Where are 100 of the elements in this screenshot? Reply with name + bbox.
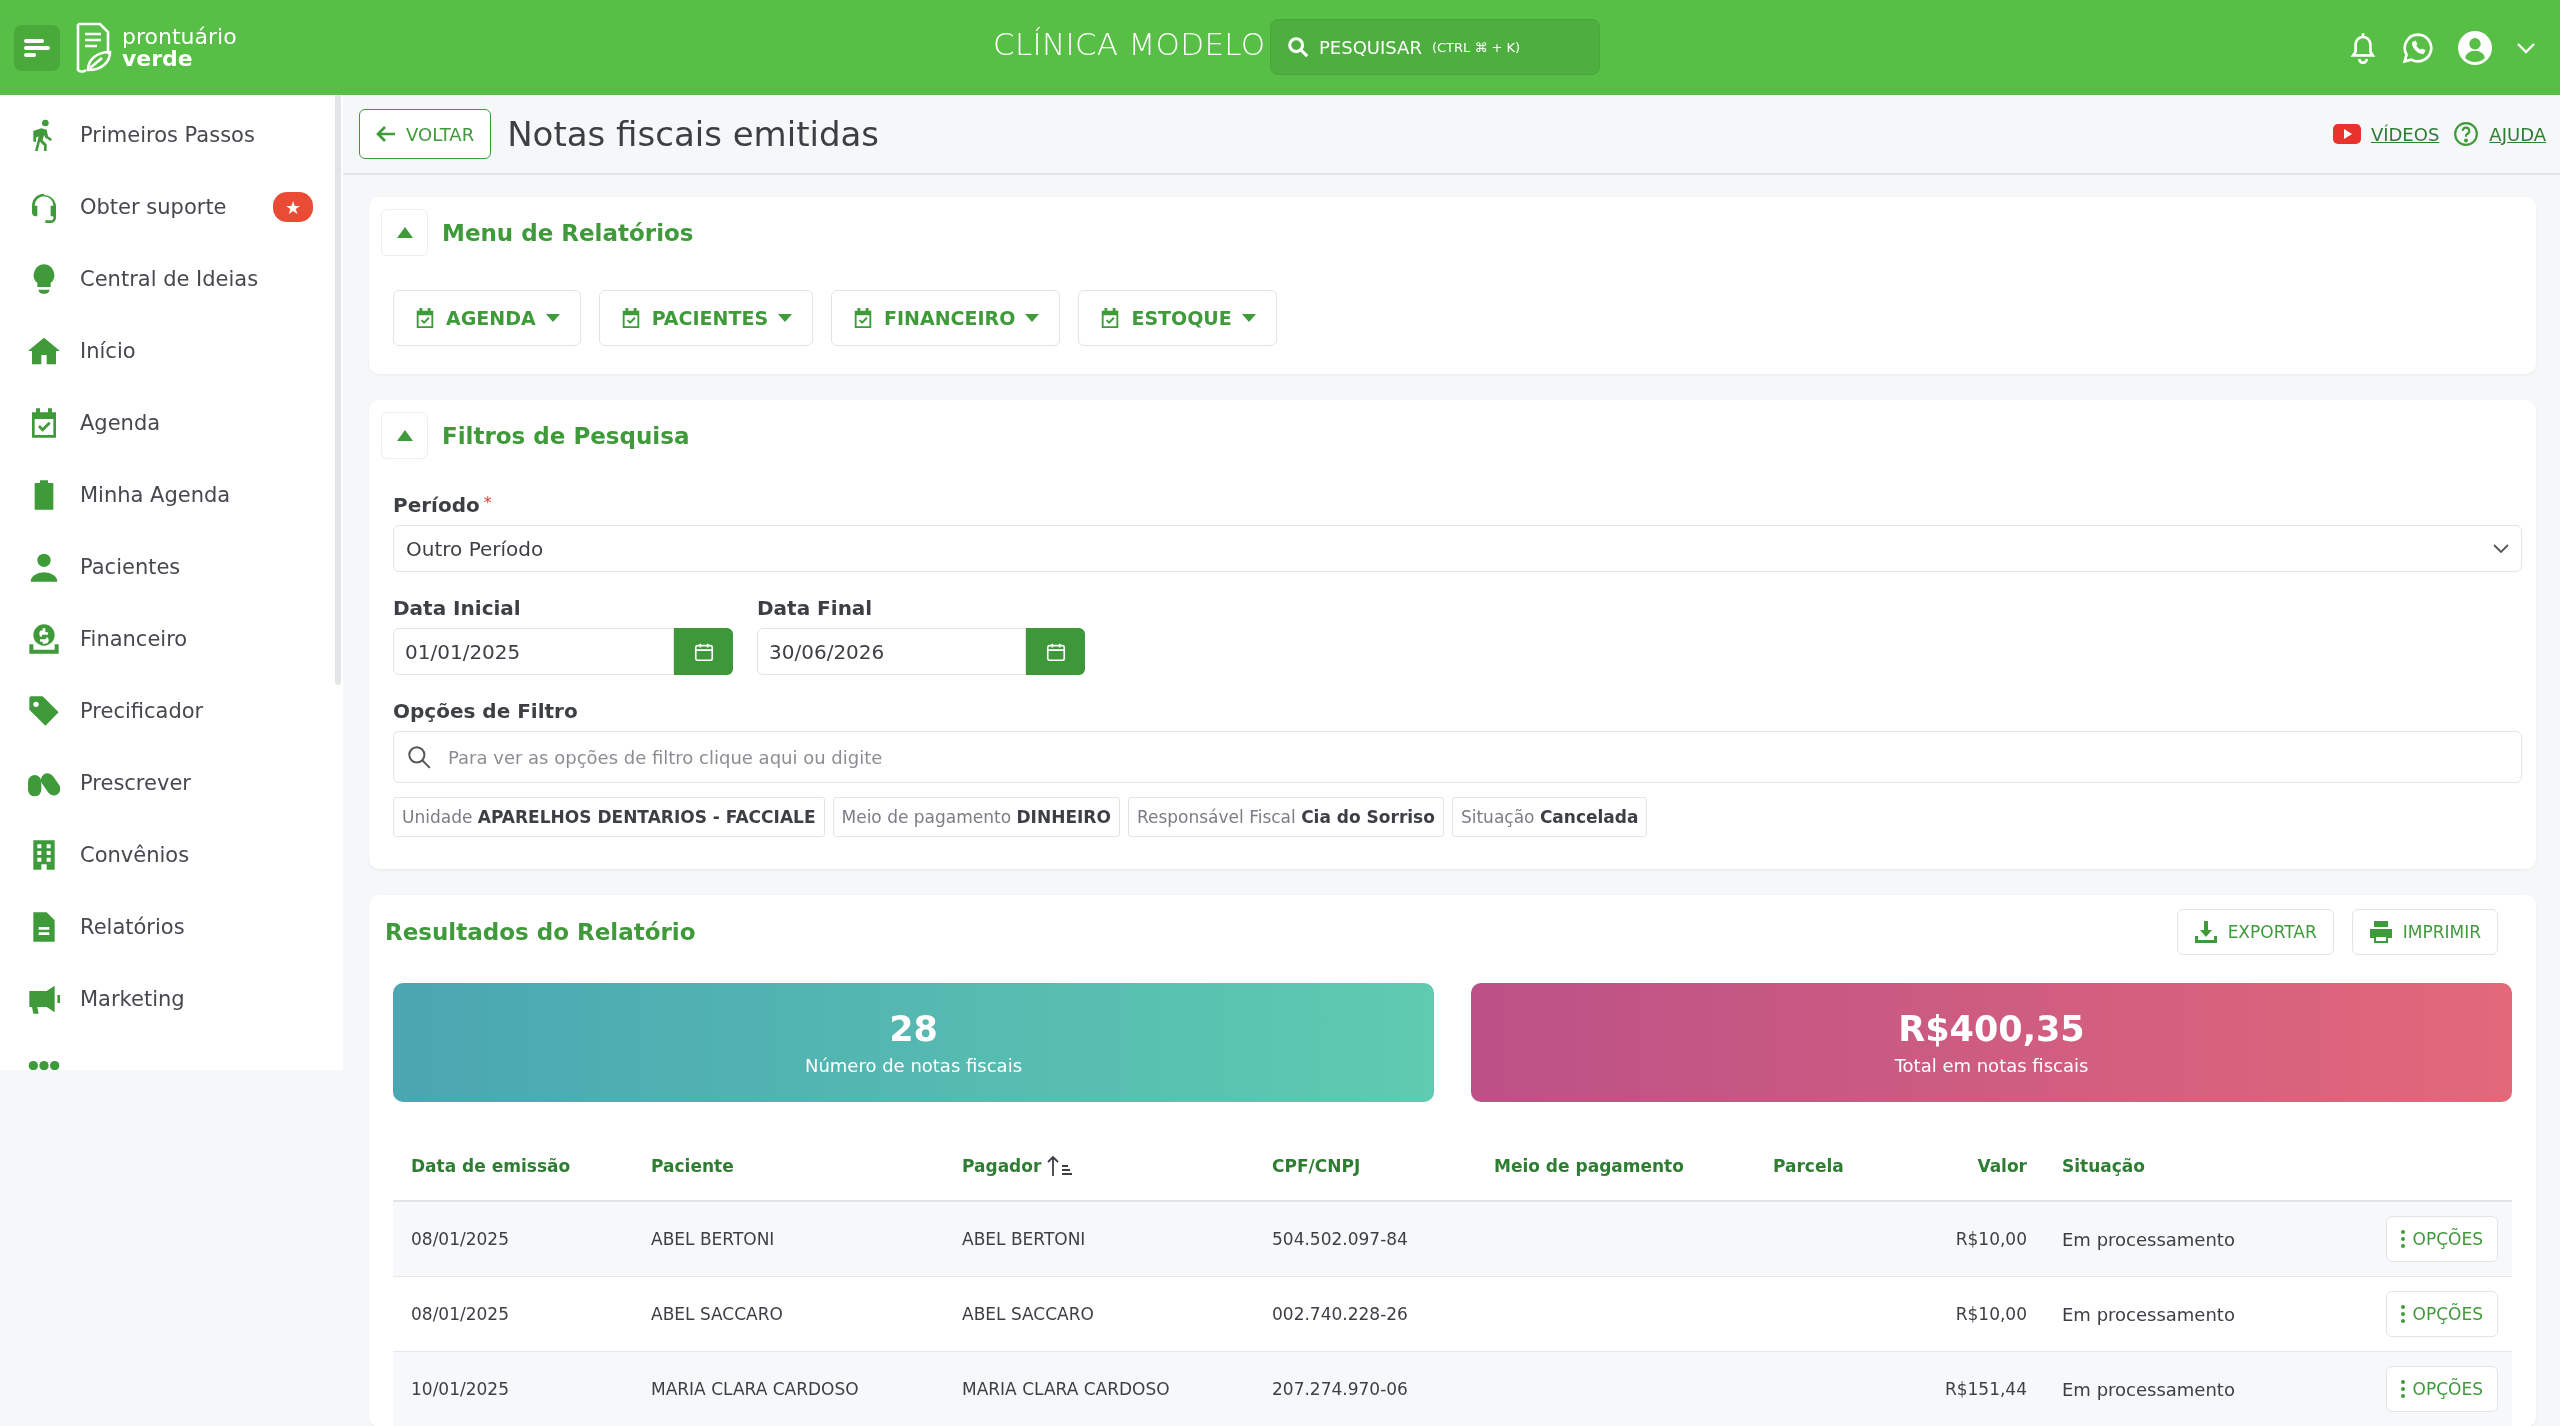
sidebar-item[interactable]: Prescrever: [80, 771, 191, 795]
report-menu-button[interactable]: AGENDA: [393, 290, 581, 346]
sidebar-item[interactable]: Minha Agenda: [80, 483, 231, 507]
column-header[interactable]: Pagador: [962, 1156, 1042, 1176]
table-cell: R$151,44: [1944, 1379, 2027, 1399]
user-avatar-icon[interactable]: [2458, 30, 2492, 65]
column-header[interactable]: Valor: [1977, 1156, 2027, 1176]
caret-icon: [545, 313, 560, 323]
column-header[interactable]: Paciente: [651, 1156, 734, 1176]
report-menu-button[interactable]: ESTOQUE: [1078, 290, 1277, 346]
more-vertical-icon: [2400, 1380, 2405, 1398]
collapse-toggle[interactable]: [381, 412, 428, 459]
options-button[interactable]: OPÇÕES: [2385, 1216, 2498, 1262]
filter-tag: Unidade APARELHOS DENTARIOS - FACCIALE: [393, 797, 825, 837]
download-icon: [2193, 920, 2218, 944]
filter-search-field[interactable]: Para ver as opções de filtro clique aqui ou digite: [393, 731, 2522, 783]
video-play-icon: [2332, 124, 2361, 144]
sidebar-item[interactable]: Precificador: [80, 699, 204, 723]
table-cell: R$10,00: [1955, 1304, 2027, 1324]
calendar-button[interactable]: [674, 628, 733, 675]
menu-icon: [24, 37, 50, 58]
search-icon: [1287, 36, 1309, 58]
field-label: Período: [393, 493, 480, 517]
back-button[interactable]: VOLTAR: [359, 109, 492, 159]
column-header[interactable]: Situação: [2062, 1156, 2145, 1176]
period-select[interactable]: Outro Período: [393, 525, 2522, 572]
sidebar-item[interactable]: Financeiro: [80, 627, 188, 651]
filter-tag: Situação Cancelada: [1451, 797, 1648, 837]
stat-value: R$400,35: [1898, 1009, 2085, 1049]
table-cell: Em processamento: [2062, 1303, 2235, 1325]
sort-ascending-icon[interactable]: [1047, 1155, 1074, 1177]
caret-icon: [1241, 313, 1256, 323]
table-cell: 08/01/2025: [411, 1304, 509, 1324]
more-vertical-icon: [2400, 1230, 2405, 1248]
filter-tag: Responsável Fiscal Cia do Sorriso: [1127, 797, 1444, 837]
column-header[interactable]: CPF/CNPJ: [1272, 1156, 1361, 1176]
megaphone-icon: [28, 983, 60, 1015]
person-icon: [28, 551, 60, 583]
action-button[interactable]: EXPORTAR: [2176, 909, 2334, 955]
home-icon: [28, 335, 60, 367]
table-cell: MARIA CLARA CARDOSO: [962, 1379, 1170, 1399]
table-cell: ABEL BERTONI: [651, 1229, 775, 1249]
field-label: Data Inicial: [393, 596, 522, 620]
report-menu-button[interactable]: PACIENTES: [598, 290, 814, 346]
caret-icon: [1025, 313, 1040, 323]
table-cell: ABEL SACCARO: [651, 1304, 783, 1324]
link[interactable]: AJUDA: [2489, 123, 2546, 145]
money-icon: [28, 623, 60, 655]
arrow-left-icon: [376, 125, 396, 143]
search-icon: [406, 744, 432, 770]
report-menu-button[interactable]: FINANCEIRO: [831, 290, 1061, 346]
action-button[interactable]: IMPRIMIR: [2351, 909, 2498, 955]
sidebar-item[interactable]: Obter suporte: [80, 195, 227, 219]
calendar-button[interactable]: [1026, 628, 1085, 675]
sidebar-item[interactable]: Pacientes: [80, 555, 181, 579]
column-header[interactable]: Data de emissão: [411, 1156, 571, 1176]
section-title: Filtros de Pesquisa: [442, 422, 690, 449]
notification-bell-icon[interactable]: [2348, 31, 2378, 64]
table-cell: R$10,00: [1955, 1229, 2027, 1249]
search-button[interactable]: PESQUISAR (CTRL ⌘ + K): [1270, 19, 1600, 75]
sidebar-item[interactable]: Central de Ideias: [80, 267, 259, 291]
clinic-name: CLÍNICA MODELO: [993, 26, 1266, 62]
sidebar-item[interactable]: Agenda: [80, 411, 161, 435]
sidebar-item[interactable]: Marketing: [80, 987, 185, 1011]
table-cell: 504.502.097-84: [1272, 1229, 1408, 1249]
section-title: Resultados do Relatório: [385, 919, 696, 945]
scrollbar[interactable]: [335, 95, 341, 685]
menu-button[interactable]: [14, 24, 60, 71]
date-field[interactable]: 30/06/2026: [757, 628, 1026, 675]
date-field[interactable]: 01/01/2025: [393, 628, 674, 675]
sidebar-item[interactable]: Relatórios: [80, 915, 185, 939]
stat-label: Número de notas fiscais: [804, 1055, 1023, 1076]
chevron-down-icon[interactable]: [2516, 41, 2536, 54]
options-button[interactable]: OPÇÕES: [2385, 1366, 2498, 1412]
brand-name: verde: [122, 47, 193, 70]
table-cell: 10/01/2025: [411, 1379, 509, 1399]
filter-tag: Meio de pagamento DINHEIRO: [832, 797, 1120, 837]
collapse-toggle[interactable]: [381, 209, 428, 256]
table-cell: ABEL SACCARO: [962, 1304, 1094, 1324]
sidebar-item[interactable]: Convênios: [80, 843, 190, 867]
section-title: Menu de Relatórios: [442, 219, 694, 246]
table-cell: 207.274.970-06: [1272, 1379, 1408, 1399]
field-label: Opções de Filtro: [393, 699, 579, 723]
stat-value: 28: [889, 1009, 938, 1049]
link[interactable]: VÍDEOS: [2370, 123, 2440, 145]
whatsapp-icon[interactable]: [2402, 31, 2434, 64]
table-cell: Em processamento: [2062, 1228, 2235, 1250]
options-button[interactable]: OPÇÕES: [2385, 1291, 2498, 1337]
help-icon: [2453, 121, 2480, 147]
caret-icon: [778, 313, 793, 323]
printer-icon: [2368, 920, 2393, 944]
column-header[interactable]: Meio de pagamento: [1494, 1156, 1684, 1176]
column-header[interactable]: Parcela: [1773, 1156, 1844, 1176]
table-cell: 08/01/2025: [411, 1229, 509, 1249]
sidebar-item[interactable]: Início: [80, 339, 136, 363]
page-title: Notas fiscais emitidas: [507, 114, 880, 154]
table-cell: 002.740.228-26: [1272, 1304, 1408, 1324]
calendar-icon: [414, 307, 436, 329]
table-cell: MARIA CLARA CARDOSO: [651, 1379, 859, 1399]
sidebar-item[interactable]: Primeiros Passos: [80, 123, 255, 147]
